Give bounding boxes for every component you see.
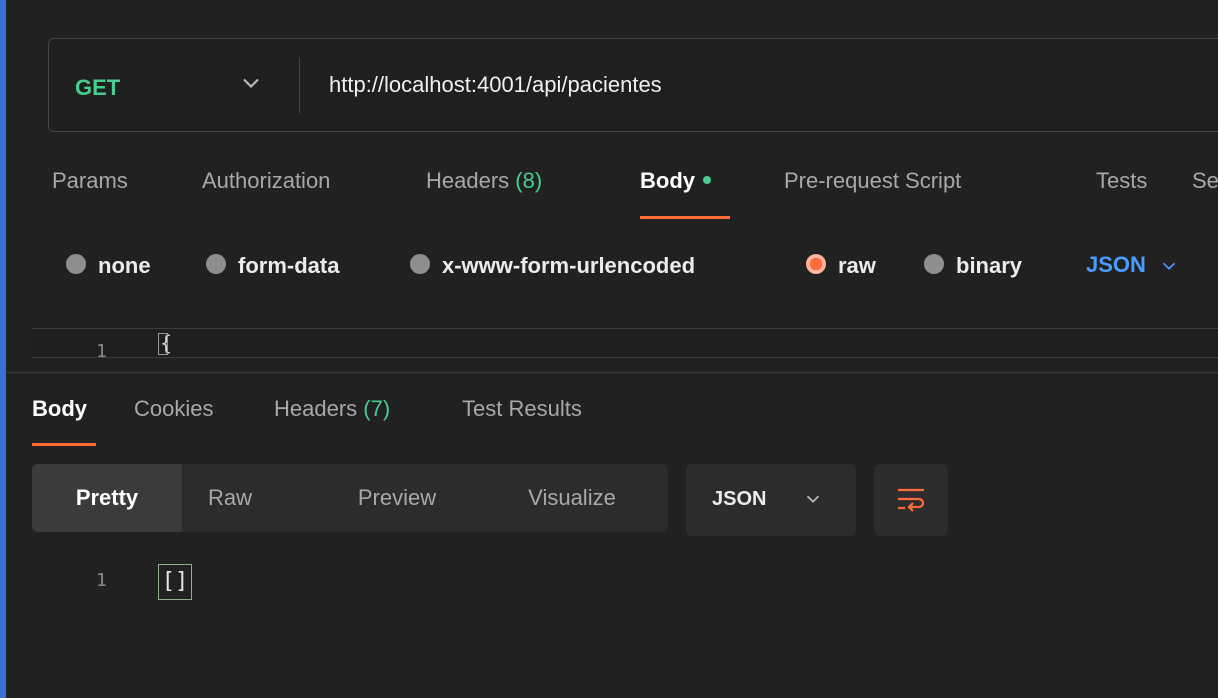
radio-circle (806, 254, 826, 275)
radio-label: none (98, 253, 151, 279)
request-body-editor[interactable]: 1 { (32, 328, 1218, 358)
radio-raw[interactable]: raw (806, 252, 876, 279)
tab-headers-count: (8) (515, 168, 543, 193)
view-raw[interactable]: Raw (182, 464, 278, 532)
radio-label: binary (956, 253, 1023, 279)
radio-circle (66, 254, 86, 275)
tab-params[interactable]: Params (52, 168, 128, 194)
view-preview[interactable]: Preview (322, 464, 472, 532)
tab-response-body[interactable]: Body (32, 396, 87, 422)
chevron-down-icon (806, 495, 820, 503)
tab-response-headers-count: (7) (363, 396, 391, 421)
radio-label: x-www-form-urlencoded (442, 253, 696, 279)
tab-pre-request-script[interactable]: Pre-request Script (784, 168, 961, 194)
tab-authorization[interactable]: Authorization (202, 168, 330, 194)
url-input[interactable] (329, 69, 1218, 101)
radio-circle (410, 254, 430, 275)
radio-label: raw (838, 253, 876, 279)
active-tab-underline (640, 216, 730, 219)
radio-circle (924, 254, 944, 275)
response-tab-underline (32, 443, 96, 446)
pane-divider[interactable] (6, 372, 1218, 373)
text-wrap-icon (898, 488, 925, 512)
radio-circle (206, 254, 226, 275)
tab-headers[interactable]: Headers (8) (426, 168, 542, 194)
tab-settings[interactable]: Se (1192, 168, 1218, 194)
chevron-down-icon[interactable] (237, 69, 265, 97)
chevron-down-icon (1162, 262, 1176, 271)
tab-body[interactable]: Body (640, 168, 711, 194)
body-format-label: JSON (1086, 252, 1146, 277)
radio-form-data[interactable]: form-data (206, 252, 339, 279)
radio-binary[interactable]: binary (924, 252, 1022, 279)
tab-cookies[interactable]: Cookies (134, 396, 213, 422)
text-cursor (158, 333, 168, 355)
response-format-label: JSON (712, 488, 767, 510)
app-window: GET Params Authorization Headers (8) Bod… (0, 0, 1218, 698)
url-divider (299, 57, 300, 113)
view-visualize[interactable]: Visualize (502, 464, 642, 532)
tab-response-headers[interactable]: Headers (7) (274, 396, 390, 422)
tab-tests[interactable]: Tests (1096, 168, 1147, 194)
radio-label: form-data (238, 253, 340, 279)
radio-x-www-form-urlencoded[interactable]: x-www-form-urlencoded (410, 252, 695, 279)
url-bar: GET (48, 38, 1218, 132)
body-format-dropdown[interactable]: JSON (1086, 252, 1180, 278)
view-pretty[interactable]: Pretty (32, 464, 182, 532)
tab-test-results[interactable]: Test Results (462, 396, 582, 422)
body-indicator-dot (703, 176, 711, 185)
tab-response-headers-label: Headers (274, 396, 358, 421)
response-line-number: 1 (96, 570, 107, 591)
tab-headers-label: Headers (426, 168, 510, 193)
tab-body-label: Body (640, 168, 695, 193)
wrap-lines-button[interactable] (874, 464, 948, 536)
method-selector[interactable]: GET (75, 75, 120, 101)
response-view-switcher: Pretty Raw Preview Visualize (32, 464, 668, 532)
response-format-dropdown[interactable]: JSON (686, 464, 856, 536)
response-code-line: [] (158, 564, 192, 600)
radio-none[interactable]: none (66, 252, 151, 279)
line-number: 1 (96, 341, 107, 358)
